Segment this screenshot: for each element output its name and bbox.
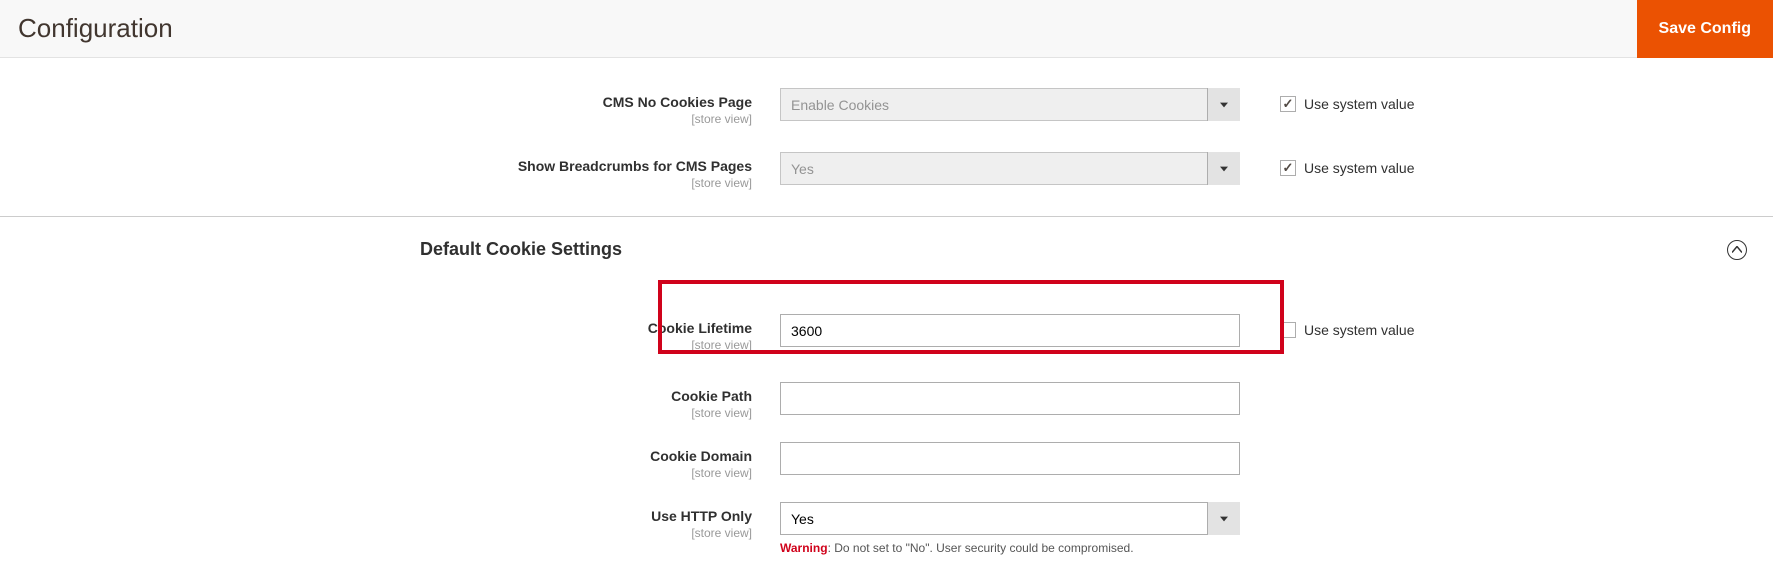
use-system-value-label[interactable]: Use system value: [1304, 160, 1414, 176]
save-config-button[interactable]: Save Config: [1637, 0, 1773, 58]
field-cms-no-cookies: CMS No Cookies Page [store view] Enable …: [0, 82, 1773, 132]
scope-label: [store view]: [691, 112, 752, 126]
http-only-warning: Warning: Do not set to "No". User securi…: [780, 535, 1240, 555]
show-breadcrumbs-select: Yes: [780, 152, 1240, 185]
cookie-path-label: Cookie Path: [0, 388, 752, 404]
scope-label: [store view]: [691, 406, 752, 420]
cookie-lifetime-input[interactable]: [780, 314, 1240, 347]
field-use-http-only: Use HTTP Only [store view] Yes Warning: …: [0, 496, 1773, 561]
use-http-only-select[interactable]: Yes: [780, 502, 1240, 535]
show-breadcrumbs-system-checkbox[interactable]: [1280, 160, 1296, 176]
scope-label: [store view]: [691, 466, 752, 480]
field-cookie-lifetime: Cookie Lifetime [store view] Use system …: [0, 300, 1773, 358]
cms-no-cookies-select: Enable Cookies: [780, 88, 1240, 121]
cookie-lifetime-system-checkbox[interactable]: [1280, 322, 1296, 338]
use-system-value-label[interactable]: Use system value: [1304, 96, 1414, 112]
section-title: Default Cookie Settings: [420, 239, 622, 260]
field-show-breadcrumbs: Show Breadcrumbs for CMS Pages [store vi…: [0, 146, 1773, 196]
field-cookie-path: Cookie Path [store view]: [0, 376, 1773, 426]
collapse-icon: [1727, 240, 1747, 260]
cookie-path-input[interactable]: [780, 382, 1240, 415]
header-bar: Configuration Save Config: [0, 0, 1773, 58]
scope-label: [store view]: [691, 338, 752, 352]
field-cookie-domain: Cookie Domain [store view]: [0, 436, 1773, 486]
use-system-value-label[interactable]: Use system value: [1304, 322, 1414, 338]
cookie-lifetime-label: Cookie Lifetime: [0, 320, 752, 336]
scope-label: [store view]: [691, 176, 752, 190]
cms-no-cookies-label: CMS No Cookies Page: [0, 94, 752, 110]
section-header-default-cookie[interactable]: Default Cookie Settings: [0, 217, 1773, 274]
cookie-domain-label: Cookie Domain: [0, 448, 752, 464]
scope-label: [store view]: [691, 526, 752, 540]
page-title: Configuration: [18, 13, 173, 44]
cms-no-cookies-system-checkbox[interactable]: [1280, 96, 1296, 112]
use-http-only-label: Use HTTP Only: [0, 508, 752, 524]
cookie-domain-input[interactable]: [780, 442, 1240, 475]
show-breadcrumbs-label: Show Breadcrumbs for CMS Pages: [0, 158, 752, 174]
